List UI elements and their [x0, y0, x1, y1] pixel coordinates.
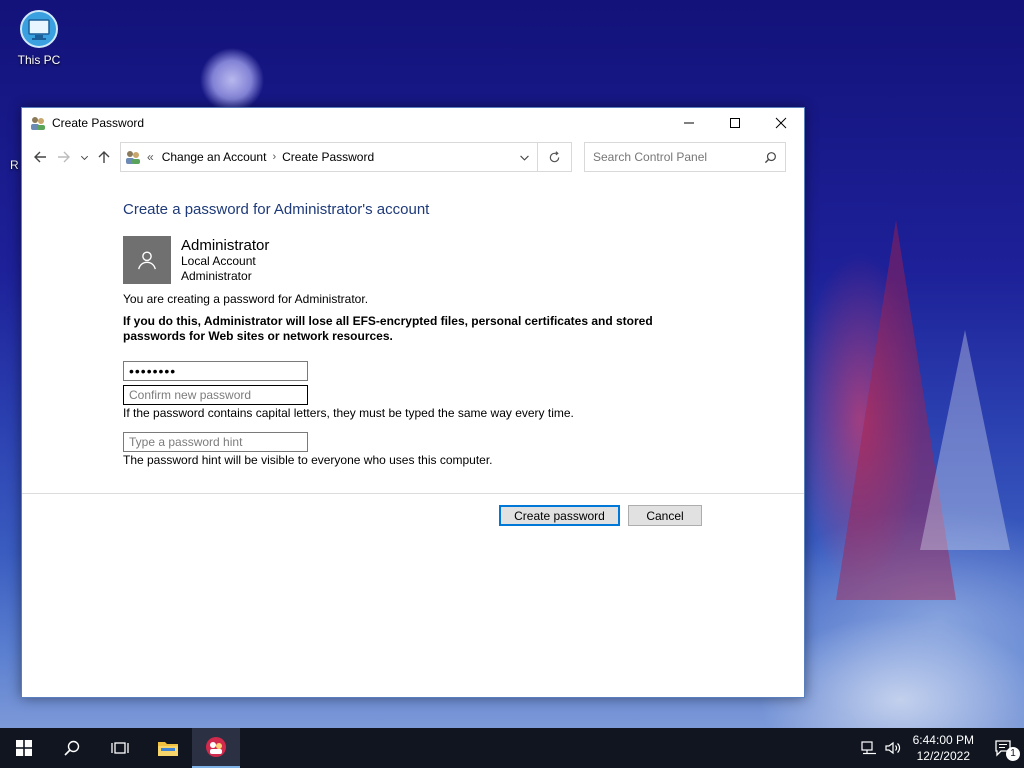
file-explorer-button[interactable]	[144, 728, 192, 768]
account-type: Local Account	[181, 254, 256, 268]
taskbar: 6:44:00 PM 12/2/2022 1	[0, 728, 1024, 768]
search-input[interactable]	[593, 150, 764, 164]
breadcrumb-separator[interactable]: ›	[272, 151, 276, 163]
recent-locations-button[interactable]	[76, 144, 92, 170]
arrow-left-icon	[34, 151, 46, 163]
search-taskbar-button[interactable]	[48, 728, 96, 768]
create-password-window: Create Password « Change an Account › Cr…	[21, 107, 805, 698]
breadcrumb-change-account[interactable]: Change an Account	[162, 150, 267, 164]
minimize-button[interactable]	[666, 108, 712, 138]
this-pc-icon	[20, 10, 58, 48]
cancel-button[interactable]: Cancel	[628, 505, 702, 526]
refresh-icon	[549, 150, 560, 162]
chevron-down-icon	[519, 155, 529, 161]
users-icon	[126, 151, 140, 164]
close-icon	[775, 117, 787, 129]
capital-letters-note: If the password contains capital letters…	[123, 406, 574, 420]
divider	[22, 493, 804, 494]
desktop-icon-label: This PC	[17, 53, 61, 67]
system-tray: 6:44:00 PM 12/2/2022 1	[857, 728, 1024, 768]
user-icon	[138, 251, 156, 270]
action-center-button[interactable]: 1	[984, 728, 1024, 768]
address-bar[interactable]: « Change an Account › Create Password	[120, 142, 538, 172]
refresh-button[interactable]	[538, 142, 572, 172]
confirm-password-field[interactable]	[123, 385, 308, 405]
windows-logo-icon	[16, 740, 32, 756]
breadcrumb-create-password[interactable]: Create Password	[282, 150, 374, 164]
notification-count-badge: 1	[1006, 747, 1020, 761]
speaker-icon	[885, 741, 900, 755]
intro-text: You are creating a password for Administ…	[123, 292, 369, 306]
search-icon	[764, 151, 776, 163]
title-bar[interactable]: Create Password	[22, 108, 804, 138]
clock[interactable]: 6:44:00 PM 12/2/2022	[905, 732, 984, 764]
network-icon	[861, 741, 876, 755]
navigation-bar: « Change an Account › Create Password	[22, 138, 804, 176]
create-password-button[interactable]: Create password	[499, 505, 620, 526]
account-name: Administrator	[181, 237, 270, 254]
start-button[interactable]	[0, 728, 48, 768]
maximize-icon	[730, 118, 740, 128]
account-group: Administrator	[181, 269, 252, 283]
users-icon	[206, 737, 226, 757]
users-icon	[31, 117, 45, 130]
clock-time: 6:44:00 PM	[912, 733, 974, 747]
close-button[interactable]	[758, 108, 804, 138]
task-view-button[interactable]	[96, 728, 144, 768]
clock-date: 12/2/2022	[916, 749, 970, 763]
window-title: Create Password	[52, 116, 145, 130]
content-area: Create a password for Administrator's ac…	[123, 201, 723, 468]
volume-button[interactable]	[881, 728, 905, 768]
new-password-field[interactable]	[123, 361, 308, 381]
maximize-button[interactable]	[712, 108, 758, 138]
folder-icon	[158, 742, 178, 756]
arrow-up-icon	[98, 151, 110, 163]
avatar	[123, 236, 171, 284]
hint-visibility-note: The password hint will be visible to eve…	[123, 453, 493, 467]
arrow-right-icon	[58, 151, 70, 163]
up-button[interactable]	[92, 144, 116, 170]
breadcrumb-overflow[interactable]: «	[147, 150, 154, 164]
task-view-icon	[111, 742, 129, 754]
forward-button[interactable]	[52, 144, 76, 170]
minimize-icon	[684, 122, 694, 124]
desktop-icon-label-partial: R	[10, 158, 19, 172]
search-box[interactable]	[584, 142, 786, 172]
password-hint-field[interactable]	[123, 432, 308, 452]
control-panel-taskbar-button[interactable]	[192, 728, 240, 768]
warning-text: If you do this, Administrator will lose …	[123, 314, 653, 343]
search-icon	[64, 740, 80, 756]
network-button[interactable]	[857, 728, 881, 768]
back-button[interactable]	[28, 144, 52, 170]
address-dropdown-button[interactable]	[511, 143, 537, 171]
page-title: Create a password for Administrator's ac…	[123, 201, 430, 218]
chevron-down-icon	[80, 155, 88, 160]
account-card: Administrator Local Account Administrato…	[123, 236, 723, 284]
wallpaper-tree-snow	[920, 330, 1010, 550]
desktop-icon-this-pc[interactable]: This PC	[10, 8, 68, 67]
